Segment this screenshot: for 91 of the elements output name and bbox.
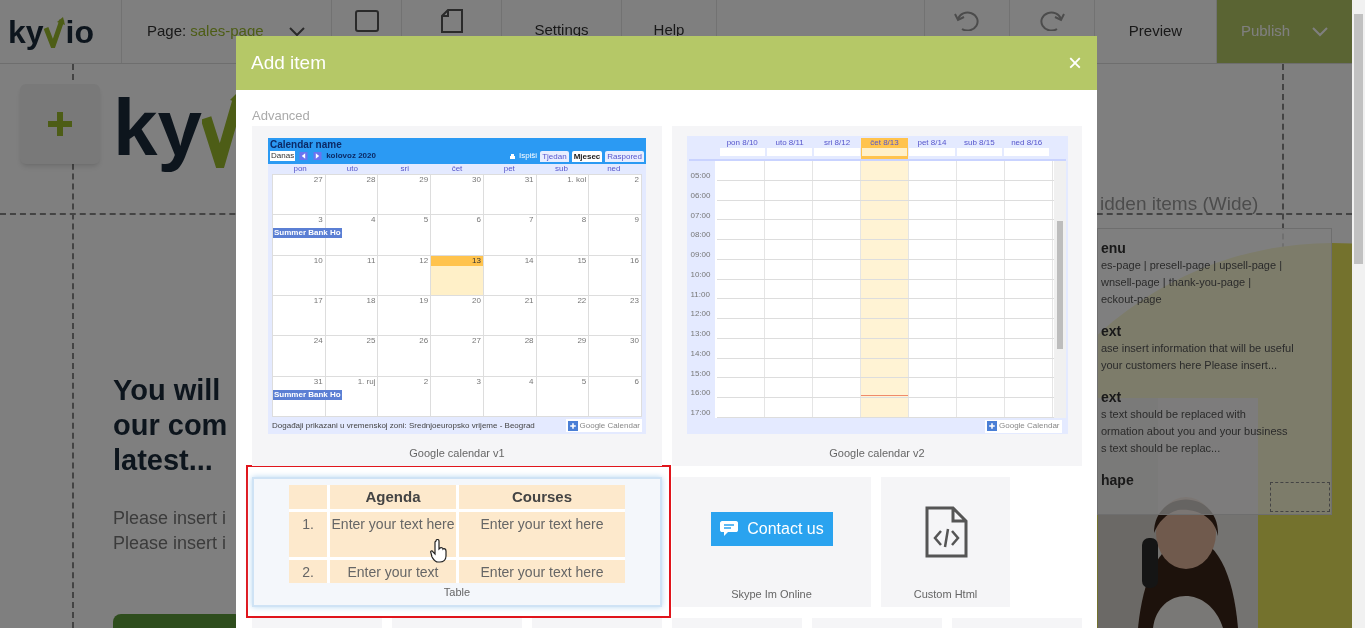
- table-header-cell: Agenda: [330, 485, 456, 509]
- table-cell: 2.: [289, 560, 327, 583]
- day-number: 10: [312, 255, 324, 266]
- day-number: 18: [365, 296, 377, 306]
- day-number: 30: [470, 175, 482, 185]
- weekday-label: pon: [292, 164, 308, 174]
- day-number: 12: [418, 255, 430, 266]
- widget-caption: Google calendar v2: [828, 445, 926, 461]
- day-number: 9: [633, 215, 640, 226]
- day-number: 29: [576, 336, 588, 347]
- day-number: 27: [470, 336, 482, 347]
- day-number: 8: [580, 215, 588, 226]
- table-cell: 1.: [289, 512, 327, 557]
- day-number: 2: [422, 376, 430, 387]
- time-label: 13:00: [689, 329, 711, 339]
- table-cell: Enter your text here: [459, 560, 625, 583]
- day-number: 28: [365, 175, 377, 185]
- widget-caption: Skype Im Online: [730, 586, 813, 602]
- day-number: 1. kol: [566, 175, 588, 185]
- day-number: 1. ruj: [356, 376, 377, 387]
- day-number: 20: [470, 296, 482, 306]
- item-description: es-page | presell-page | upsell-page |: [1101, 258, 1284, 273]
- day-number: 31: [312, 376, 324, 387]
- day-number: 26: [418, 336, 430, 347]
- page-label: Page:: [147, 21, 187, 42]
- calendar-title: Calendar name: [270, 139, 343, 150]
- table-cell: Enter your text here: [459, 512, 625, 557]
- time-label: 15:00: [689, 368, 711, 378]
- timezone-note: Događaji prikazani u vremenskoj zoni: Srednjoeuropsko vrijeme - Beograd: [272, 419, 535, 432]
- item-description: s text should be replaced with: [1101, 407, 1247, 422]
- time-label: 06:00: [689, 190, 711, 200]
- day-number: 31: [523, 175, 535, 185]
- day-number: 6: [475, 215, 482, 226]
- time-label: 08:00: [689, 230, 711, 240]
- item-description: ase insert information that will be useful: [1101, 341, 1295, 356]
- item-description: eckout-page: [1101, 292, 1163, 307]
- item-description: your customers here Please insert...: [1101, 358, 1279, 373]
- day-number: 16: [629, 255, 640, 266]
- time-label: 05:00: [689, 171, 711, 180]
- weekday-label: sub: [554, 164, 569, 174]
- day-number: 27: [312, 175, 324, 185]
- day-number: 14: [523, 255, 535, 266]
- day-number: 6: [633, 376, 640, 387]
- time-label: 07:00: [689, 210, 711, 220]
- day-number: 21: [523, 296, 535, 306]
- time-label: 17:00: [689, 408, 711, 418]
- day-number: 2: [633, 175, 640, 185]
- day-number: 25: [365, 336, 377, 347]
- day-number: 30: [629, 336, 640, 347]
- time-label: 09:00: [689, 250, 711, 260]
- day-number: 3: [475, 376, 482, 387]
- month-label: kolovoz 2020: [326, 150, 376, 162]
- time-label: 16:00: [689, 388, 711, 398]
- day-number: 17: [312, 296, 324, 306]
- day-number: 28: [523, 336, 535, 347]
- section-label: Advanced: [252, 107, 311, 125]
- day-number: 13: [431, 255, 483, 266]
- weekday-label: uto: [345, 164, 359, 174]
- time-label: 12:00: [689, 309, 711, 319]
- time-label: 11:00: [689, 289, 710, 299]
- day-number: 4: [369, 215, 377, 226]
- day-number: 24: [312, 336, 324, 347]
- day-number: 7: [528, 215, 535, 226]
- item-description: ormation about you and your business: [1101, 424, 1289, 439]
- table-cell: Enter your text here: [330, 512, 456, 557]
- item-description: s text should be replac...: [1101, 441, 1222, 456]
- time-label: 10:00: [689, 269, 711, 279]
- weekday-label: ned: [606, 164, 622, 174]
- table-header-cell: Courses: [459, 485, 625, 509]
- day-number: 11: [366, 255, 377, 266]
- modal-title: Add item: [251, 50, 326, 75]
- day-number: 19: [418, 296, 430, 306]
- weekday-label: čet: [450, 164, 464, 174]
- day-number: 5: [422, 215, 430, 226]
- item-description: wnsell-page | thank-you-page |: [1101, 275, 1253, 290]
- weekday-label: pet: [502, 164, 516, 174]
- widget-caption: Table: [442, 584, 472, 600]
- heading: You will our com latest...: [113, 373, 228, 478]
- widget-caption: Google calendar v1: [408, 445, 506, 461]
- widget-caption: Custom Html: [912, 586, 979, 602]
- day-number: 3: [317, 215, 324, 226]
- day-number: 23: [629, 296, 640, 306]
- table-cell: Enter your text: [330, 560, 456, 583]
- day-number: 4: [528, 376, 535, 387]
- day-number: 22: [576, 296, 588, 306]
- day-number: 15: [576, 255, 588, 266]
- day-number: 5: [580, 376, 588, 387]
- logo: ky io: [8, 15, 95, 48]
- time-label: 14:00: [689, 348, 711, 358]
- day-number: 29: [418, 175, 430, 185]
- weekday-label: sri: [399, 164, 410, 174]
